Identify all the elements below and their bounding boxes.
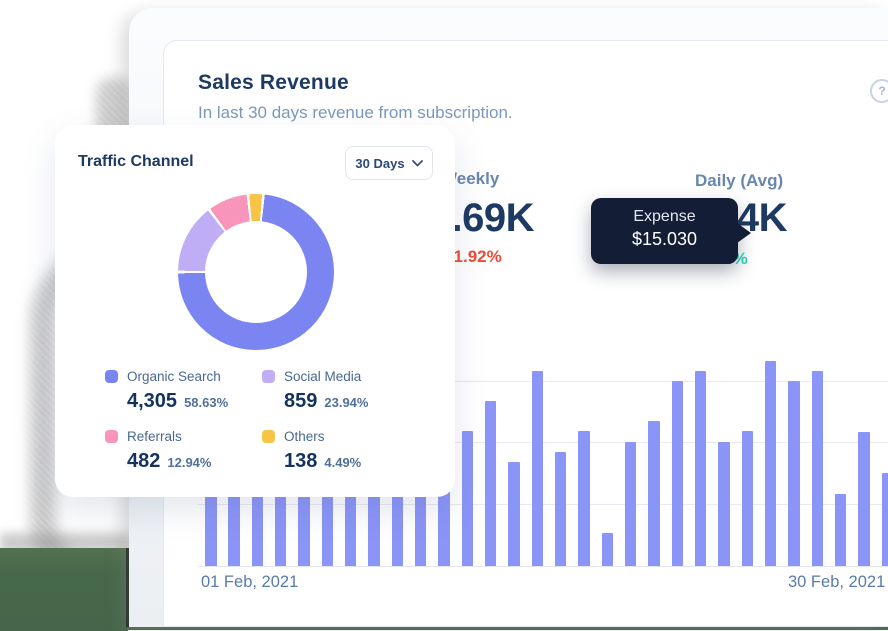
legend-value: 482 [127, 450, 160, 473]
page-subtitle: In last 30 days revenue from subscriptio… [198, 103, 513, 123]
legend-label: Social Media [284, 369, 361, 384]
bar[interactable] [532, 371, 544, 566]
stat-daily-label: Daily (Avg) [695, 171, 783, 191]
legend-pct: 4.49% [324, 455, 361, 470]
bar[interactable] [742, 431, 754, 566]
period-dropdown-label: 30 Days [355, 156, 404, 171]
bar[interactable] [648, 421, 660, 566]
page: Sales Revenue In last 30 days revenue fr… [0, 0, 888, 631]
legend-swatch-icon [105, 370, 118, 383]
bar[interactable] [882, 473, 888, 566]
legend-item: Others 138 4.49% [262, 429, 412, 473]
bar[interactable] [555, 452, 567, 566]
donut-hole [205, 221, 307, 323]
legend-value: 138 [284, 450, 317, 473]
bar[interactable] [812, 371, 824, 566]
tooltip-arrow [737, 223, 751, 243]
tooltip-title: Expense [591, 208, 738, 226]
legend-label: Referrals [127, 429, 182, 444]
bar[interactable] [625, 442, 637, 566]
bar[interactable] [765, 361, 777, 566]
bar[interactable] [835, 494, 847, 566]
legend-swatch-icon [262, 370, 275, 383]
bar[interactable] [718, 442, 730, 566]
legend-item: Social Media 859 23.94% [262, 369, 412, 413]
bar[interactable] [578, 431, 590, 566]
x-axis-end-label: 30 Feb, 2021 [788, 573, 885, 592]
expense-tooltip: Expense $15.030 [591, 198, 738, 264]
bar[interactable] [462, 431, 474, 566]
chevron-down-icon [412, 160, 423, 167]
legend-pct: 58.63% [184, 395, 228, 410]
legend-item: Organic Search 4,305 58.63% [105, 369, 255, 413]
legend-label: Organic Search [127, 369, 221, 384]
legend-value: 859 [284, 390, 317, 413]
bar[interactable] [602, 533, 614, 566]
bar[interactable] [858, 432, 870, 566]
chart-axis-line [198, 566, 888, 567]
bar[interactable] [485, 401, 497, 566]
legend-value: 4,305 [127, 390, 177, 413]
page-title: Sales Revenue [198, 71, 349, 95]
period-dropdown[interactable]: 30 Days [345, 146, 433, 180]
tooltip-value: $15.030 [591, 229, 738, 250]
photo-background-plant [0, 548, 128, 631]
bar[interactable] [672, 381, 684, 566]
legend-pct: 12.94% [167, 455, 211, 470]
bar[interactable] [508, 462, 520, 566]
legend-label: Others [284, 429, 325, 444]
x-axis-start-label: 01 Feb, 2021 [201, 573, 298, 592]
help-icon[interactable]: ? [870, 79, 888, 103]
legend-swatch-icon [262, 430, 275, 443]
bar[interactable] [788, 381, 800, 566]
traffic-channel-card: Traffic Channel 30 Days Organic Search 4… [55, 125, 455, 497]
legend-pct: 23.94% [324, 395, 368, 410]
bar[interactable] [695, 371, 707, 566]
traffic-channel-title: Traffic Channel [78, 153, 194, 171]
legend-item: Referrals 482 12.94% [105, 429, 255, 473]
legend-swatch-icon [105, 430, 118, 443]
